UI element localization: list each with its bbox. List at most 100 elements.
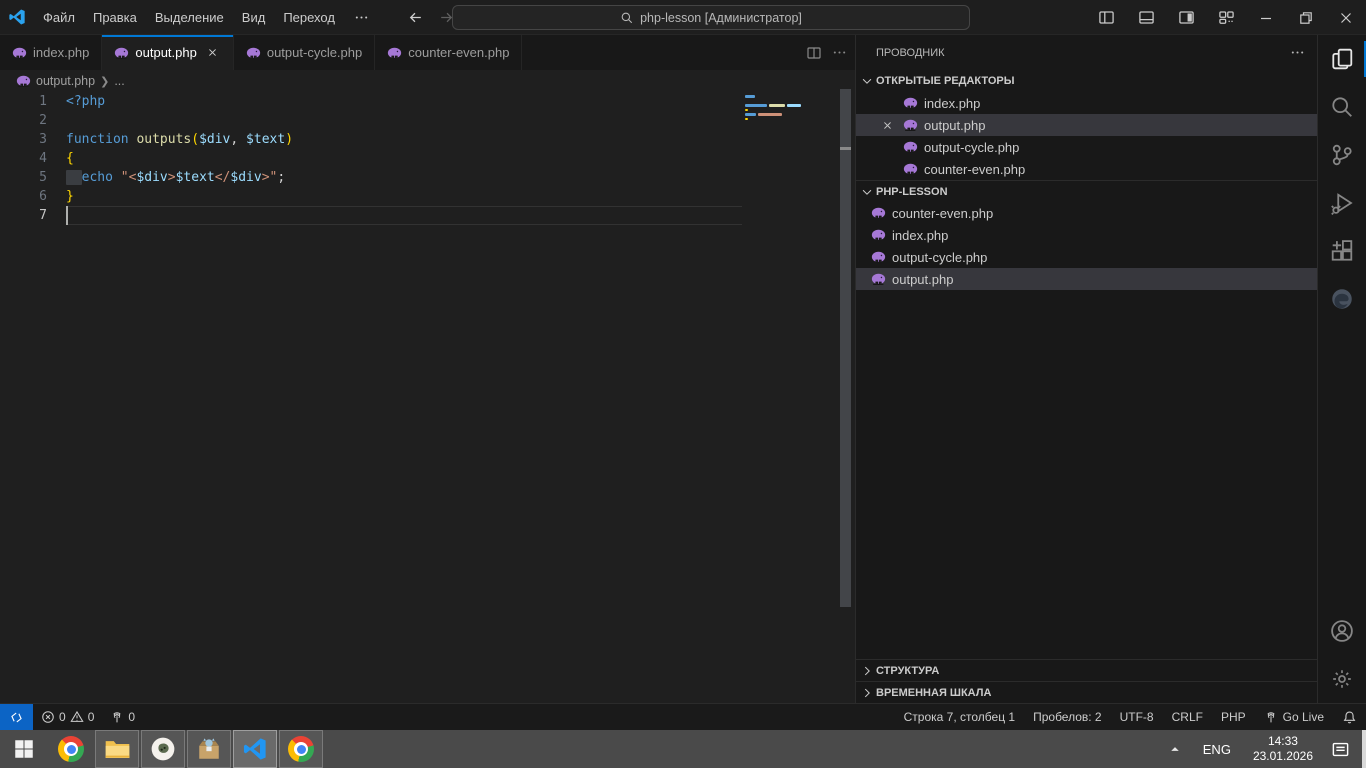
code-line-5[interactable]: 5 echo "<$div>$text</$div>"; bbox=[0, 168, 855, 187]
taskbar-vscode-icon[interactable] bbox=[233, 730, 277, 768]
editor-vertical-scrollbar[interactable] bbox=[840, 89, 851, 607]
broadcast-icon bbox=[110, 710, 124, 724]
status-encoding[interactable]: UTF-8 bbox=[1111, 704, 1163, 731]
activity-edge-tools-icon[interactable] bbox=[1318, 275, 1366, 323]
taskbar-file-explorer-icon[interactable] bbox=[95, 730, 139, 768]
code-line-3[interactable]: 3function outputs($div, $text) bbox=[0, 130, 855, 149]
status-label: Go Live bbox=[1283, 710, 1324, 724]
tab-counter-even.php[interactable]: counter-even.php bbox=[375, 35, 522, 70]
code-line-6[interactable]: 6} bbox=[0, 187, 855, 206]
start-button[interactable] bbox=[0, 730, 48, 768]
minimize-button[interactable] bbox=[1246, 0, 1286, 35]
file-row-output-cycle.php[interactable]: output-cycle.php bbox=[856, 136, 1317, 158]
status-label: PHP bbox=[1221, 710, 1246, 724]
ports-indicator[interactable]: 0 bbox=[102, 704, 143, 731]
menu-item-Вид[interactable]: Вид bbox=[233, 0, 275, 35]
clock[interactable]: 14:33 23.01.2026 bbox=[1243, 734, 1323, 764]
title-bar: ФайлПравкаВыделениеВидПереход php-lesson… bbox=[0, 0, 1366, 35]
line-content: <?php bbox=[47, 92, 105, 111]
activity-explorer-icon[interactable] bbox=[1318, 35, 1366, 83]
close-editor-icon[interactable] bbox=[879, 119, 895, 132]
menu-item-Переход[interactable]: Переход bbox=[274, 0, 344, 35]
code-line-1[interactable]: 1<?php bbox=[0, 92, 855, 111]
file-row-index.php[interactable]: index.php bbox=[856, 224, 1317, 246]
navigate-back-icon[interactable] bbox=[407, 9, 424, 26]
bell-icon bbox=[1342, 710, 1357, 725]
menu-item-Правка[interactable]: Правка bbox=[84, 0, 146, 35]
section-header-PHP-LESSON[interactable]: PHP-LESSON bbox=[856, 180, 1317, 202]
status-notifications[interactable] bbox=[1333, 704, 1366, 731]
taskbar-chrome-icon[interactable] bbox=[49, 730, 93, 768]
split-editor-icon[interactable] bbox=[806, 45, 822, 61]
language-indicator[interactable]: ENG bbox=[1191, 742, 1243, 757]
status-indentation[interactable]: Пробелов: 2 bbox=[1024, 704, 1111, 731]
taskbar-box-app-icon[interactable] bbox=[187, 730, 231, 768]
activity-run-and-debug-icon[interactable] bbox=[1318, 179, 1366, 227]
taskbar-chrome-2-icon[interactable] bbox=[279, 730, 323, 768]
section-header-СТРУКТУРА[interactable]: СТРУКТУРА bbox=[856, 659, 1317, 681]
taskbar-round-white-app-icon[interactable] bbox=[141, 730, 185, 768]
more-actions-icon[interactable] bbox=[1290, 45, 1305, 60]
tab-label: output.php bbox=[135, 45, 196, 60]
file-row-output-cycle.php[interactable]: output-cycle.php bbox=[856, 246, 1317, 268]
more-actions-icon[interactable] bbox=[832, 45, 847, 60]
remote-indicator[interactable] bbox=[0, 704, 33, 731]
vscode-logo-icon bbox=[0, 8, 34, 26]
toggle-secondary-sidebar-icon[interactable] bbox=[1166, 0, 1206, 35]
minimap[interactable] bbox=[745, 95, 805, 122]
problems-indicator[interactable]: 0 0 bbox=[33, 704, 102, 731]
tab-output.php[interactable]: output.php bbox=[102, 35, 233, 70]
status-label: Строка 7, столбец 1 bbox=[904, 710, 1015, 724]
file-row-counter-even.php[interactable]: counter-even.php bbox=[856, 202, 1317, 224]
activity-source-control-icon[interactable] bbox=[1318, 131, 1366, 179]
section-header-ВРЕМЕННАЯ ШКАЛА[interactable]: ВРЕМЕННАЯ ШКАЛА bbox=[856, 681, 1317, 703]
toggle-panel-icon[interactable] bbox=[1126, 0, 1166, 35]
status-eol[interactable]: CRLF bbox=[1163, 704, 1212, 731]
tab-index.php[interactable]: index.php bbox=[0, 35, 102, 70]
close-window-button[interactable] bbox=[1326, 0, 1366, 35]
tab-output-cycle.php[interactable]: output-cycle.php bbox=[234, 35, 375, 70]
breadcrumb-more[interactable]: ... bbox=[114, 74, 124, 88]
section-label: ОТКРЫТЫЕ РЕДАКТОРЫ bbox=[876, 75, 1015, 87]
menu-overflow-icon[interactable] bbox=[344, 10, 379, 25]
file-row-output.php[interactable]: output.php bbox=[856, 114, 1317, 136]
show-desktop-button[interactable] bbox=[1362, 730, 1366, 768]
file-name: output.php bbox=[892, 272, 953, 287]
status-go-live[interactable]: Go Live bbox=[1255, 704, 1333, 731]
tab-label: index.php bbox=[33, 45, 89, 60]
breadcrumb[interactable]: output.php ❯ ... bbox=[0, 70, 855, 92]
php-file-icon bbox=[903, 163, 918, 175]
file-row-output.php[interactable]: output.php bbox=[856, 268, 1317, 290]
command-center-search[interactable]: php-lesson [Администратор] bbox=[452, 5, 970, 30]
activity-manage-settings-icon[interactable] bbox=[1318, 655, 1366, 703]
breadcrumb-file[interactable]: output.php bbox=[36, 74, 95, 88]
code-line-2[interactable]: 2 bbox=[0, 111, 855, 130]
activity-extensions-icon[interactable] bbox=[1318, 227, 1366, 275]
code-line-4[interactable]: 4{ bbox=[0, 149, 855, 168]
status-cursor-position[interactable]: Строка 7, столбец 1 bbox=[895, 704, 1024, 731]
menu-item-Выделение[interactable]: Выделение bbox=[146, 0, 233, 35]
status-label: Пробелов: 2 bbox=[1033, 710, 1102, 724]
section-header-ОТКРЫТЫЕ РЕДАКТОРЫ[interactable]: ОТКРЫТЫЕ РЕДАКТОРЫ bbox=[856, 70, 1317, 92]
file-row-counter-even.php[interactable]: counter-even.php bbox=[856, 158, 1317, 180]
php-file-icon bbox=[387, 47, 402, 59]
activity-search-icon[interactable] bbox=[1318, 83, 1366, 131]
file-row-index.php[interactable]: index.php bbox=[856, 92, 1317, 114]
search-icon bbox=[620, 11, 634, 25]
activity-accounts-icon[interactable] bbox=[1318, 607, 1366, 655]
action-center-icon[interactable] bbox=[1323, 740, 1362, 759]
file-name: output-cycle.php bbox=[924, 140, 1019, 155]
line-content: echo "<$div>$text</$div>"; bbox=[47, 168, 285, 187]
menu-item-Файл[interactable]: Файл bbox=[34, 0, 84, 35]
code-line-7[interactable]: 7 bbox=[0, 206, 855, 225]
search-text: php-lesson [Администратор] bbox=[640, 11, 802, 25]
customize-layout-icon[interactable] bbox=[1206, 0, 1246, 35]
status-language-mode[interactable]: PHP bbox=[1212, 704, 1255, 731]
code-editor[interactable]: 1<?php23function outputs($div, $text)4{5… bbox=[0, 92, 855, 703]
toggle-sidebar-icon[interactable] bbox=[1086, 0, 1126, 35]
tray-chevron-up-icon[interactable] bbox=[1159, 743, 1191, 755]
php-file-icon bbox=[12, 47, 27, 59]
restore-button[interactable] bbox=[1286, 0, 1326, 35]
line-number: 5 bbox=[0, 168, 47, 187]
close-tab-icon[interactable] bbox=[205, 45, 221, 61]
